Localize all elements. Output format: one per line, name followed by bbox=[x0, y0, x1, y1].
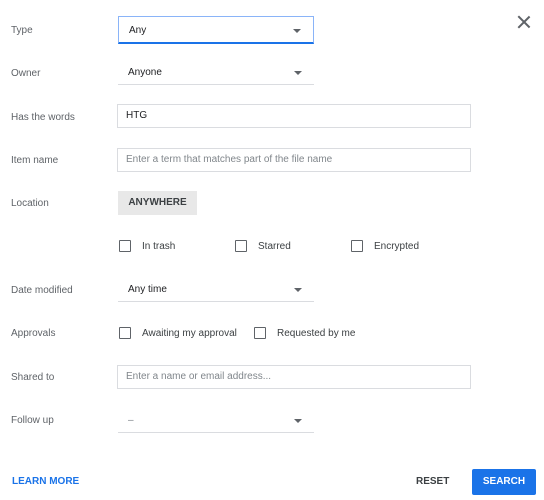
owner-select[interactable]: Anyone bbox=[118, 59, 314, 85]
date-modified-select[interactable]: Any time bbox=[118, 276, 314, 302]
date-modified-label: Date modified bbox=[11, 285, 73, 296]
awaiting-approval-label: Awaiting my approval bbox=[142, 327, 237, 339]
checkbox-icon bbox=[119, 240, 131, 252]
in-trash-label: In trash bbox=[142, 240, 176, 252]
approvals-label: Approvals bbox=[11, 328, 56, 339]
close-icon[interactable] bbox=[516, 14, 532, 30]
type-label: Type bbox=[11, 25, 33, 36]
owner-value: Anyone bbox=[128, 67, 162, 78]
encrypted-label: Encrypted bbox=[374, 240, 420, 252]
encrypted-checkbox[interactable]: Encrypted bbox=[351, 240, 419, 252]
starred-label: Starred bbox=[258, 240, 291, 252]
date-modified-value: Any time bbox=[128, 284, 167, 295]
starred-checkbox[interactable]: Starred bbox=[235, 240, 291, 252]
item-name-label: Item name bbox=[11, 155, 59, 166]
has-words-label: Has the words bbox=[11, 112, 75, 123]
follow-up-value: – bbox=[128, 415, 134, 426]
checkbox-icon bbox=[235, 240, 247, 252]
follow-up-select[interactable]: – bbox=[118, 407, 314, 433]
requested-by-me-label: Requested by me bbox=[277, 327, 356, 339]
shared-to-label: Shared to bbox=[11, 372, 55, 383]
learn-more-link[interactable]: LEARN MORE bbox=[12, 476, 79, 487]
requested-by-me-checkbox[interactable]: Requested by me bbox=[254, 327, 355, 339]
location-anywhere-button[interactable]: ANYWHERE bbox=[118, 191, 197, 215]
checkbox-icon bbox=[254, 327, 266, 339]
item-name-input[interactable]: Enter a term that matches part of the fi… bbox=[117, 148, 471, 172]
owner-label: Owner bbox=[11, 68, 41, 79]
chevron-down-icon bbox=[293, 29, 301, 33]
chevron-down-icon bbox=[294, 419, 302, 423]
in-trash-checkbox[interactable]: In trash bbox=[119, 240, 175, 252]
type-value: Any bbox=[129, 25, 147, 36]
checkbox-icon bbox=[351, 240, 363, 252]
search-button[interactable]: SEARCH bbox=[472, 469, 536, 495]
reset-button[interactable]: RESET bbox=[416, 476, 449, 487]
awaiting-approval-checkbox[interactable]: Awaiting my approval bbox=[119, 327, 237, 339]
chevron-down-icon bbox=[294, 71, 302, 75]
location-label: Location bbox=[11, 198, 49, 209]
has-words-input[interactable]: HTG bbox=[117, 104, 471, 128]
type-select[interactable]: Any bbox=[118, 16, 314, 44]
checkbox-icon bbox=[119, 327, 131, 339]
chevron-down-icon bbox=[294, 288, 302, 292]
follow-up-label: Follow up bbox=[11, 415, 54, 426]
shared-to-input[interactable]: Enter a name or email address... bbox=[117, 365, 471, 389]
